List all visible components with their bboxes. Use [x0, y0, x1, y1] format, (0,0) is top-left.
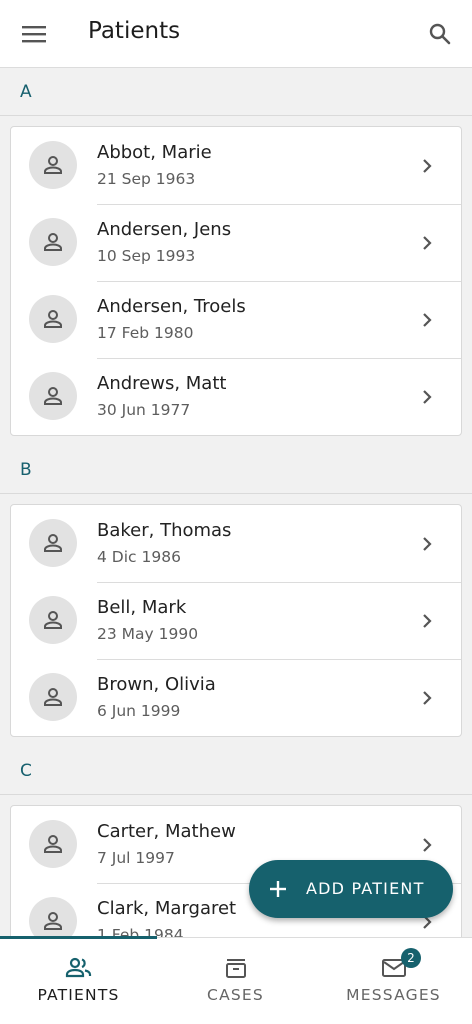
- patient-dob: 7 Jul 1997: [97, 849, 175, 867]
- patient-row[interactable]: Andersen, Troels 17 Feb 1980: [11, 281, 461, 358]
- avatar: [29, 372, 77, 420]
- patient-name: Andersen, Jens: [97, 219, 232, 240]
- patient-name: Carter, Mathew: [97, 821, 236, 842]
- avatar: [29, 295, 77, 343]
- patient-dob: 6 Jun 1999: [97, 702, 181, 720]
- chevron-right-icon: [415, 308, 439, 332]
- patient-dob: 4 Dic 1986: [97, 548, 181, 566]
- app-bar: Patients: [0, 0, 472, 68]
- search-icon[interactable]: [424, 18, 456, 50]
- patient-list[interactable]: A Abbot, Marie 21 Sep 1963 Andersen, Jen…: [0, 68, 472, 938]
- tab-cases[interactable]: CASES: [157, 938, 314, 1024]
- cases-icon: [221, 953, 251, 983]
- patient-dob: 30 Jun 1977: [97, 401, 191, 419]
- tab-patients[interactable]: PATIENTS: [0, 938, 157, 1024]
- avatar: [29, 673, 77, 721]
- section-card-a: Abbot, Marie 21 Sep 1963 Andersen, Jens …: [10, 126, 462, 436]
- messages-badge: 2: [401, 948, 421, 968]
- patient-row[interactable]: Bell, Mark 23 May 1990: [11, 582, 461, 659]
- avatar: [29, 897, 77, 938]
- tab-cases-label: CASES: [207, 986, 264, 1004]
- avatar: [29, 141, 77, 189]
- page-title: Patients: [88, 18, 181, 44]
- tab-patients-label: PATIENTS: [37, 986, 120, 1004]
- patient-row[interactable]: Abbot, Marie 21 Sep 1963: [11, 127, 461, 204]
- patient-dob: 17 Feb 1980: [97, 324, 194, 342]
- patient-name: Clark, Margaret: [97, 898, 237, 919]
- bottom-navigation: PATIENTS CASES 2 MESSAGES: [0, 936, 472, 1024]
- patients-icon: [64, 953, 94, 983]
- patient-name: Brown, Olivia: [97, 674, 216, 695]
- hamburger-menu-icon[interactable]: [18, 20, 50, 48]
- section-header-a: A: [0, 68, 472, 116]
- tab-messages-label: MESSAGES: [346, 986, 441, 1004]
- patient-row[interactable]: Brown, Olivia 6 Jun 1999: [11, 659, 461, 736]
- section-header-c: C: [0, 747, 472, 795]
- chevron-right-icon: [415, 532, 439, 556]
- patient-row[interactable]: Andersen, Jens 10 Sep 1993: [11, 204, 461, 281]
- patient-dob: 21 Sep 1963: [97, 170, 196, 188]
- plus-icon: [266, 877, 290, 901]
- chevron-right-icon: [415, 609, 439, 633]
- section-header-b: B: [0, 446, 472, 494]
- chevron-right-icon: [415, 833, 439, 857]
- patient-row[interactable]: Baker, Thomas 4 Dic 1986: [11, 505, 461, 582]
- avatar: [29, 519, 77, 567]
- avatar: [29, 596, 77, 644]
- patient-name: Andrews, Matt: [97, 373, 227, 394]
- chevron-right-icon: [415, 385, 439, 409]
- avatar: [29, 218, 77, 266]
- patient-name: Abbot, Marie: [97, 142, 212, 163]
- patient-dob: 10 Sep 1993: [97, 247, 196, 265]
- section-card-b: Baker, Thomas 4 Dic 1986 Bell, Mark 23 M…: [10, 504, 462, 737]
- add-patient-button[interactable]: ADD PATIENT: [249, 860, 453, 918]
- avatar: [29, 820, 77, 868]
- tab-messages[interactable]: 2 MESSAGES: [315, 938, 472, 1024]
- patient-name: Bell, Mark: [97, 597, 187, 618]
- patient-name: Andersen, Troels: [97, 296, 246, 317]
- chevron-right-icon: [415, 686, 439, 710]
- patient-name: Baker, Thomas: [97, 520, 232, 541]
- patient-row[interactable]: Andrews, Matt 30 Jun 1977: [11, 358, 461, 435]
- chevron-right-icon: [415, 231, 439, 255]
- add-patient-label: ADD PATIENT: [306, 879, 425, 898]
- chevron-right-icon: [415, 154, 439, 178]
- patient-dob: 23 May 1990: [97, 625, 199, 643]
